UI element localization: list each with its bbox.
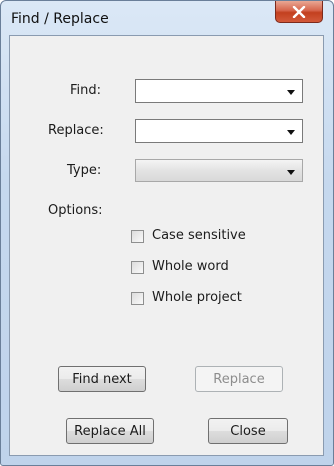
chevron-down-icon[interactable]: [287, 90, 295, 95]
case-sensitive-label[interactable]: Case sensitive: [152, 228, 246, 243]
find-replace-dialog: Find / Replace Find: Replace: Type: Opti…: [0, 0, 334, 466]
replace-all-button[interactable]: Replace All: [66, 418, 154, 444]
title-bar[interactable]: Find / Replace: [1, 1, 333, 35]
find-combobox[interactable]: [135, 79, 303, 103]
whole-word-label[interactable]: Whole word: [152, 259, 229, 274]
close-icon: [292, 5, 306, 18]
window-title: Find / Replace: [11, 11, 109, 27]
type-select[interactable]: [135, 159, 303, 182]
case-sensitive-checkbox[interactable]: [131, 230, 144, 243]
window-close-button[interactable]: [275, 1, 323, 23]
replace-button[interactable]: Replace: [195, 366, 283, 392]
type-label: Type:: [67, 163, 102, 178]
chevron-down-icon[interactable]: [287, 130, 295, 135]
whole-word-checkbox[interactable]: [131, 261, 144, 274]
find-next-button[interactable]: Find next: [58, 366, 146, 392]
whole-project-label[interactable]: Whole project: [152, 290, 242, 305]
find-label: Find:: [70, 83, 102, 98]
whole-project-checkbox[interactable]: [131, 292, 144, 305]
dialog-body: Find: Replace: Type: Options: Case sensi…: [9, 35, 324, 456]
replace-label: Replace:: [48, 123, 104, 138]
chevron-down-icon[interactable]: [287, 170, 295, 175]
options-label: Options:: [48, 203, 103, 218]
close-button[interactable]: Close: [208, 418, 288, 444]
replace-combobox[interactable]: [135, 119, 303, 143]
